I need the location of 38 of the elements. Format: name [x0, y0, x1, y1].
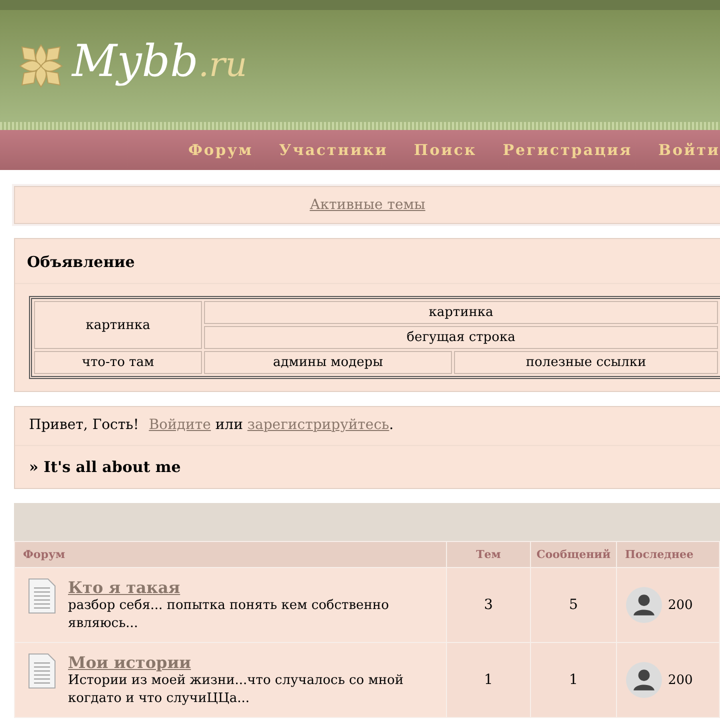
- category-title: » It's all about me: [28, 457, 182, 478]
- table-cell: полезные ссылки: [454, 351, 718, 374]
- column-header: Сообщений: [530, 542, 616, 568]
- table-cell: картинка: [204, 301, 718, 324]
- nav-link[interactable]: Регистрация: [502, 141, 632, 159]
- last-post-date: 200: [668, 598, 693, 612]
- avatar-icon: [626, 662, 662, 698]
- forum-title-link[interactable]: Кто я такая: [68, 578, 180, 596]
- announcement-title: Объявление: [15, 239, 720, 284]
- document-icon: [28, 578, 56, 614]
- table-cell: админы модеры: [204, 351, 452, 374]
- nav-link[interactable]: Поиск: [414, 141, 477, 159]
- column-header: Форум: [14, 542, 446, 568]
- table-cell: бегущая строка: [204, 326, 718, 349]
- nav-link[interactable]: Форум: [188, 141, 254, 159]
- table-cell: картинка: [34, 301, 202, 349]
- forum-title-link[interactable]: Мои истории: [68, 652, 191, 672]
- table-cell: что-то там: [34, 351, 202, 374]
- register-link[interactable]: зарегистрируйтесь: [247, 417, 390, 433]
- table-cell: 5: [530, 568, 616, 642]
- login-prompt-text: Войдите или зарегистрируйтесь.: [148, 417, 394, 433]
- document-icon: [28, 652, 56, 688]
- nav-link[interactable]: Участники: [279, 141, 388, 159]
- column-header: Последнее: [616, 542, 720, 568]
- avatar-icon: [626, 587, 662, 623]
- table-cell: 3: [446, 568, 530, 642]
- table-cell: 1: [446, 642, 530, 718]
- greeting-text: Привет, Гость!: [29, 417, 139, 433]
- site-logo: Mybb.ru: [72, 36, 248, 88]
- last-post-date: 200: [668, 672, 693, 688]
- login-link[interactable]: Войдите: [148, 417, 211, 433]
- active-topics-link[interactable]: Активные темы: [310, 197, 426, 213]
- nav-link[interactable]: Войти: [658, 141, 720, 159]
- forum-description: Истории из моей жизни...что случалось со мной когдато и что случиЦЦа...: [68, 672, 405, 708]
- forum-description: разбор себя... попытка понять кем собственно являюсь...: [68, 596, 390, 632]
- flower-logo-icon: [18, 43, 64, 89]
- table-cell: 1: [530, 642, 616, 718]
- column-header: Тем: [446, 542, 530, 568]
